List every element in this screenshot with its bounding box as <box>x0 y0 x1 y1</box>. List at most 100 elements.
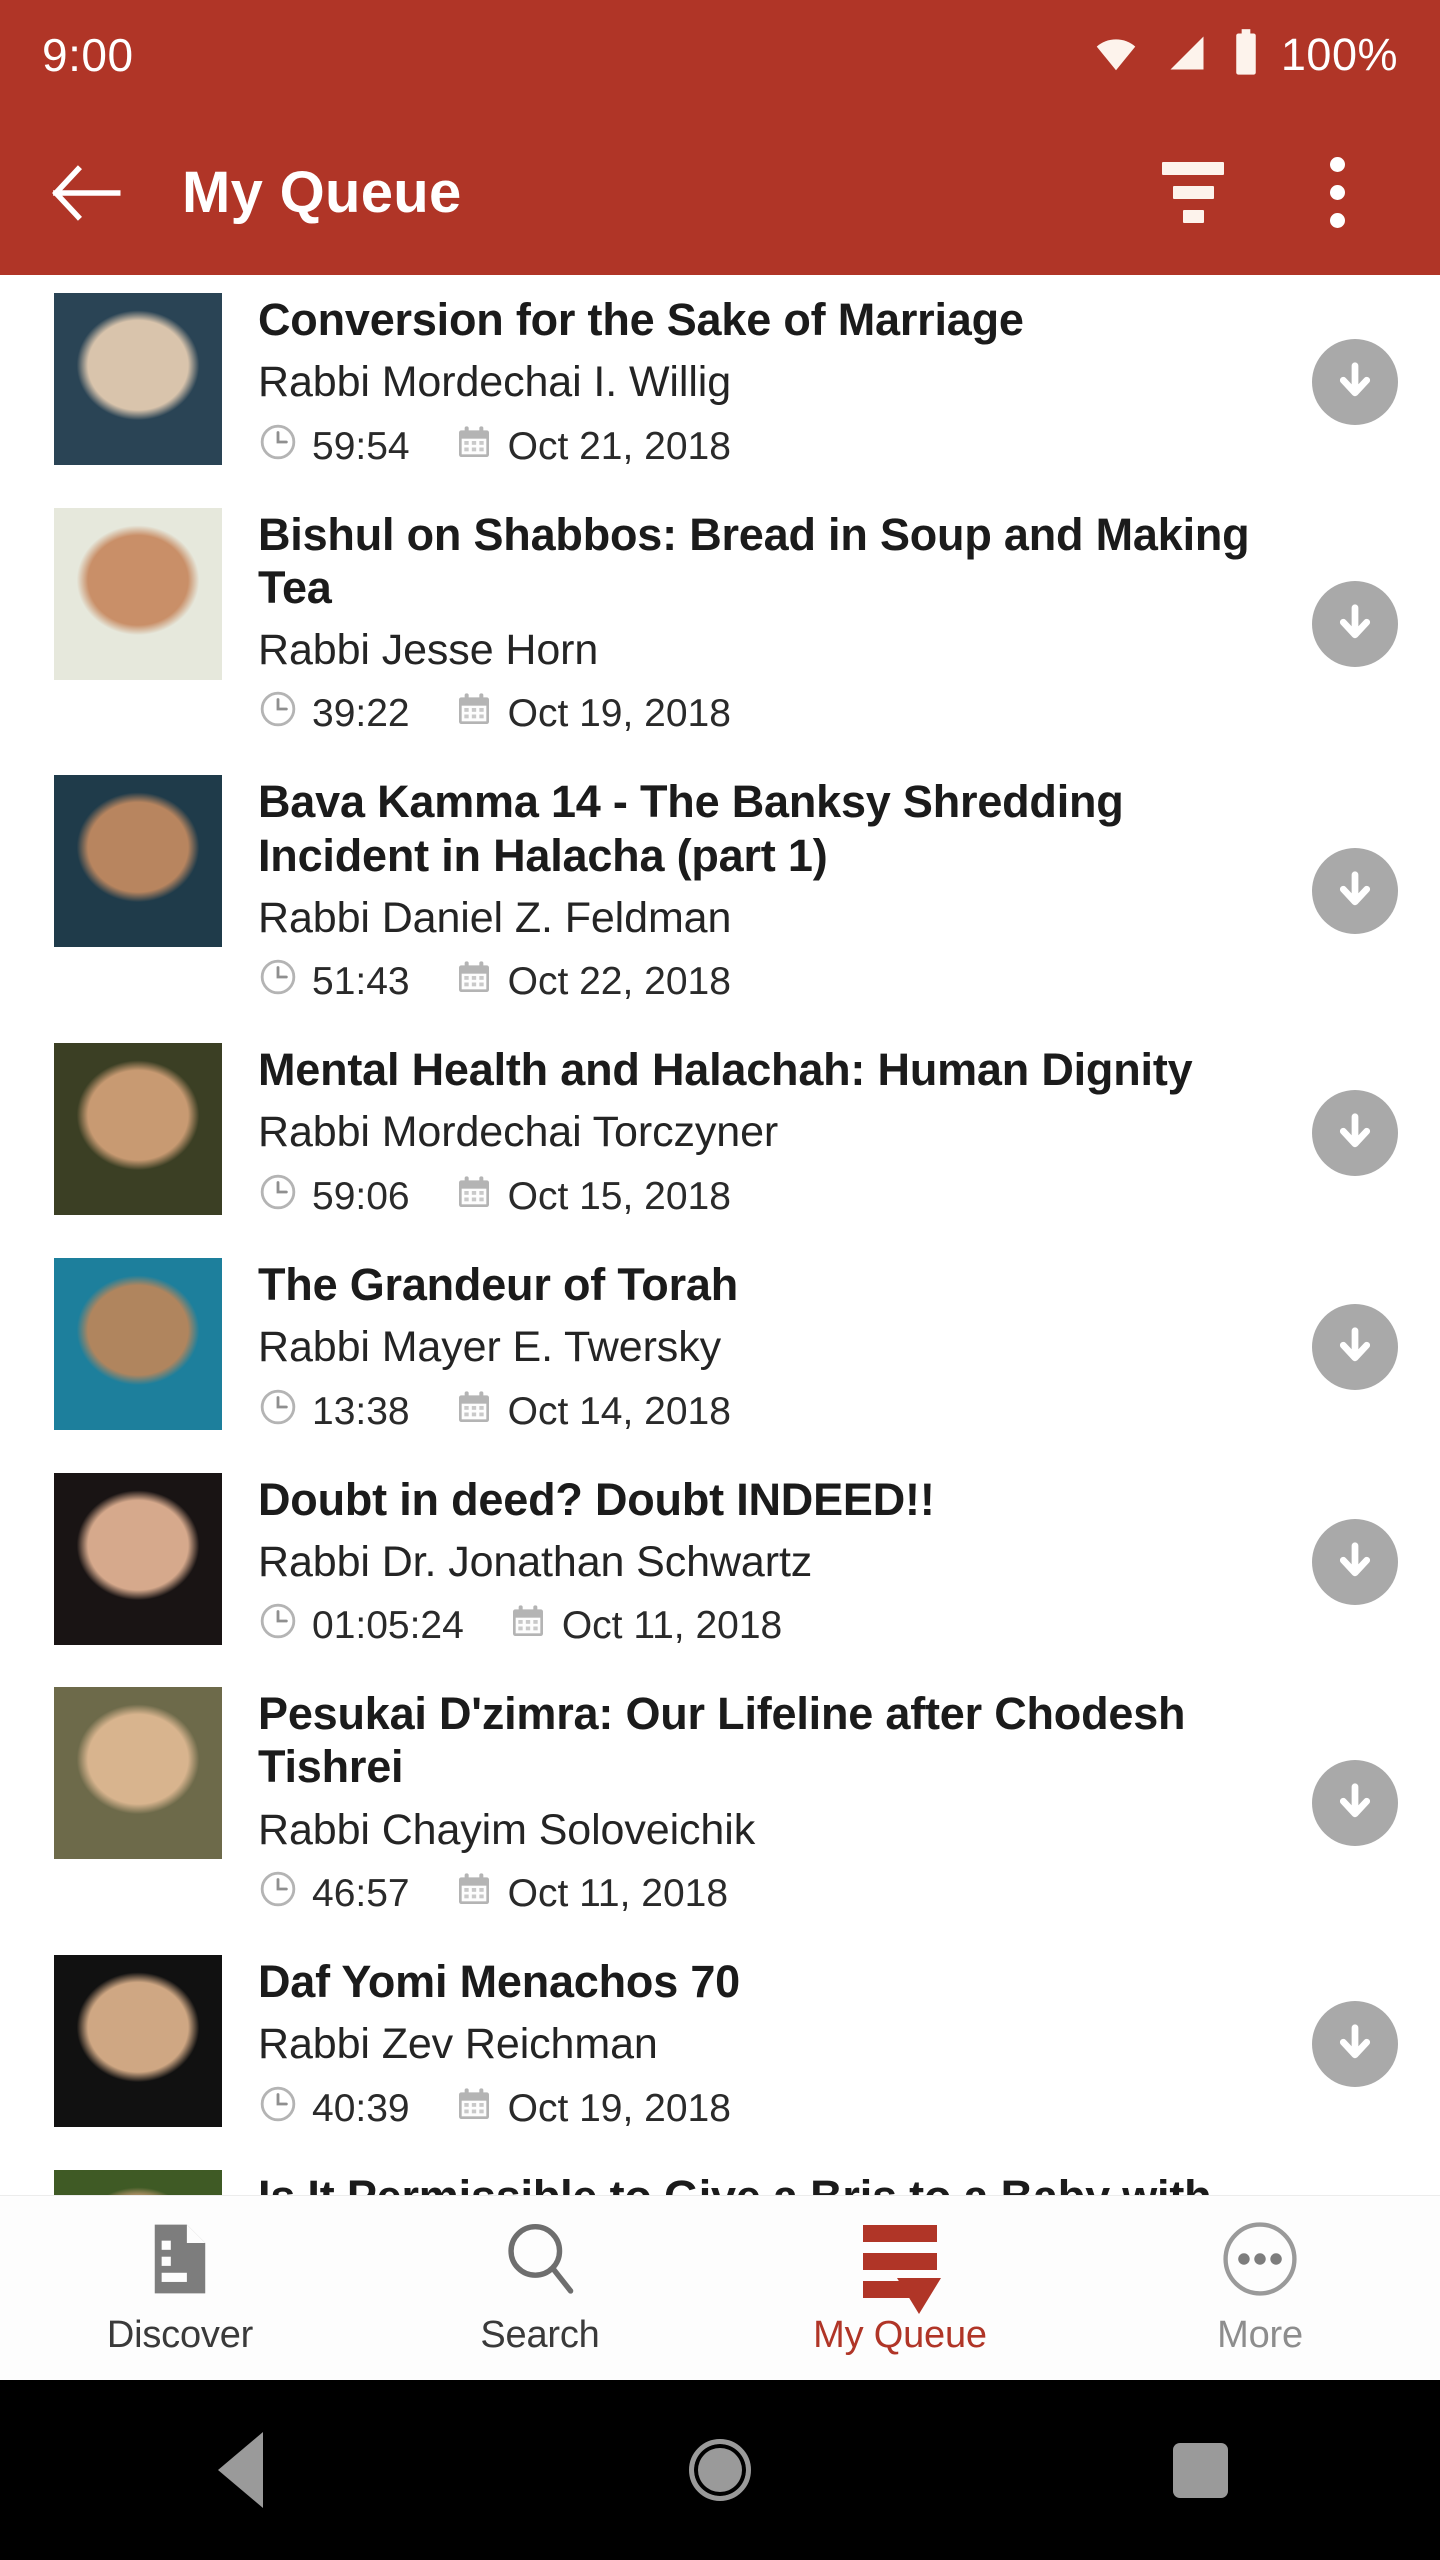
calendar-icon <box>454 1387 494 1437</box>
lecture-duration: 46:57 <box>312 1872 410 1916</box>
speaker-thumbnail <box>54 1472 222 1645</box>
download-icon <box>1312 1304 1398 1391</box>
status-indicators: 100% <box>1089 27 1398 84</box>
lecture-details: Conversion for the Sake of Marriage Rabbi… <box>222 293 1270 472</box>
queue-list-item[interactable]: Is It Permissible to Give a Bris to a Ba… <box>0 2152 1440 2195</box>
lecture-speaker: Rabbi Zev Reichman <box>258 2020 658 2069</box>
download-button[interactable] <box>1270 580 1440 667</box>
avatar <box>54 2169 222 2195</box>
download-button[interactable] <box>1270 1304 1440 1391</box>
queue-list[interactable]: Conversion for the Sake of Marriage Rabbi… <box>0 275 1440 2195</box>
speaker-thumbnail <box>54 293 222 465</box>
queue-list-item[interactable]: The Grandeur of Torah Rabbi Mayer E. Twer… <box>0 1240 1440 1455</box>
more-circle-icon <box>1220 2220 1300 2298</box>
clock-icon <box>258 1601 298 1651</box>
lecture-duration: 01:05:24 <box>312 1604 464 1648</box>
android-navigation-bar <box>0 2380 1440 2560</box>
android-recents-button[interactable] <box>960 2442 1440 2498</box>
page-title: My Queue <box>182 160 462 225</box>
lecture-duration: 59:54 <box>312 424 410 468</box>
lecture-speaker: Rabbi Mordechai I. Willig <box>258 358 732 407</box>
clock-icon <box>258 1869 298 1919</box>
download-button[interactable] <box>1270 1089 1440 1176</box>
download-button[interactable] <box>1270 1760 1440 1847</box>
lecture-title: Pesukai D'zimra: Our Lifeline after Chod… <box>258 1688 1186 1793</box>
download-button[interactable] <box>1270 1518 1440 1605</box>
lecture-meta: 51:43 Oct 22, 2018 <box>258 957 1250 1007</box>
calendar-icon <box>454 1869 494 1919</box>
cellular-signal-icon <box>1163 31 1211 80</box>
nav-item-my-queue[interactable]: My Queue <box>720 2220 1080 2357</box>
android-back-button[interactable] <box>0 2432 480 2508</box>
calendar-icon <box>454 689 494 739</box>
battery-percent: 100% <box>1280 29 1398 80</box>
speaker-thumbnail <box>54 2169 222 2195</box>
lecture-date: Oct 14, 2018 <box>507 1389 731 1433</box>
kebab-dots <box>1329 157 1345 228</box>
overflow-menu-icon[interactable] <box>1294 150 1380 236</box>
download-icon <box>1312 2001 1398 2088</box>
nav-label-more: More <box>1217 2313 1303 2356</box>
search-icon <box>499 2220 581 2298</box>
battery-icon <box>1231 27 1261 84</box>
nav-item-search[interactable]: Search <box>360 2220 720 2357</box>
lecture-speaker: Rabbi Daniel Z. Feldman <box>258 893 732 942</box>
speaker-thumbnail <box>54 1955 222 2128</box>
lecture-date: Oct 15, 2018 <box>507 1174 731 1218</box>
queue-list-item[interactable]: Doubt in deed? Doubt INDEED!! Rabbi Dr. J… <box>0 1455 1440 1670</box>
lecture-meta: 40:39 Oct 19, 2018 <box>258 2084 1250 2134</box>
clock-icon <box>258 1172 298 1222</box>
status-bar: 9:00 100% <box>0 0 1440 110</box>
lecture-title: Bishul on Shabbos: Bread in Soup and Mak… <box>258 508 1250 613</box>
avatar <box>54 1472 222 1645</box>
speaker-thumbnail <box>54 1043 222 1216</box>
lecture-meta: 13:38 Oct 14, 2018 <box>258 1387 1250 1437</box>
download-button[interactable] <box>1270 2001 1440 2088</box>
lecture-title: Conversion for the Sake of Marriage <box>258 294 1024 345</box>
lecture-meta: 59:54 Oct 21, 2018 <box>258 422 1250 472</box>
download-icon <box>1312 848 1398 935</box>
lecture-meta: 01:05:24 Oct 11, 2018 <box>258 1601 1250 1651</box>
document-icon <box>140 2220 220 2298</box>
nav-item-discover[interactable]: Discover <box>0 2220 360 2357</box>
bottom-navigation: Discover Search My Queue More <box>0 2195 1440 2380</box>
avatar <box>54 1257 222 1430</box>
avatar <box>54 507 222 680</box>
app-bar: My Queue <box>0 110 1440 275</box>
queue-list-item[interactable]: Mental Health and Halachah: Human Dignit… <box>0 1025 1440 1240</box>
queue-list-item[interactable]: Conversion for the Sake of Marriage Rabbi… <box>0 275 1440 490</box>
clock-icon <box>258 422 298 472</box>
lecture-details: Is It Permissible to Give a Bris to a Ba… <box>222 2170 1440 2195</box>
queue-bars <box>863 2224 941 2314</box>
filter-bars <box>1162 162 1224 223</box>
back-triangle-icon <box>217 2432 263 2508</box>
lecture-title: The Grandeur of Torah <box>258 1258 738 1310</box>
download-icon <box>1312 1760 1398 1847</box>
queue-list-item[interactable]: Daf Yomi Menachos 70 Rabbi Zev Reichman 40… <box>0 1937 1440 2152</box>
queue-list-item[interactable]: Bishul on Shabbos: Bread in Soup and Mak… <box>0 490 1440 758</box>
lecture-date: Oct 21, 2018 <box>507 424 731 468</box>
calendar-icon <box>454 1172 494 1222</box>
lecture-title: Daf Yomi Menachos 70 <box>258 1956 740 2008</box>
lecture-speaker: Rabbi Mordechai Torczyner <box>258 1108 779 1157</box>
lecture-date: Oct 11, 2018 <box>561 1604 783 1648</box>
download-icon <box>1312 1089 1398 1176</box>
nav-item-more[interactable]: More <box>1080 2220 1440 2357</box>
back-arrow-icon[interactable] <box>38 145 134 241</box>
filter-icon[interactable] <box>1150 150 1236 236</box>
recents-square-icon <box>1172 2442 1228 2498</box>
android-home-button[interactable] <box>480 2439 960 2501</box>
download-button[interactable] <box>1270 339 1440 426</box>
lecture-meta: 59:06 Oct 15, 2018 <box>258 1172 1250 1222</box>
clock-icon <box>258 689 298 739</box>
queue-list-item[interactable]: Pesukai D'zimra: Our Lifeline after Chod… <box>0 1669 1440 1937</box>
queue-icon <box>863 2220 941 2314</box>
download-button[interactable] <box>1270 848 1440 935</box>
lecture-duration: 51:43 <box>312 960 410 1004</box>
lecture-details: Doubt in deed? Doubt INDEED!! Rabbi Dr. J… <box>222 1473 1270 1652</box>
avatar <box>54 293 222 465</box>
app-bar-actions <box>1150 150 1402 236</box>
clock-icon <box>258 2084 298 2134</box>
queue-list-item[interactable]: Bava Kamma 14 - The Banksy Shredding Inc… <box>0 757 1440 1025</box>
calendar-icon <box>454 957 494 1007</box>
